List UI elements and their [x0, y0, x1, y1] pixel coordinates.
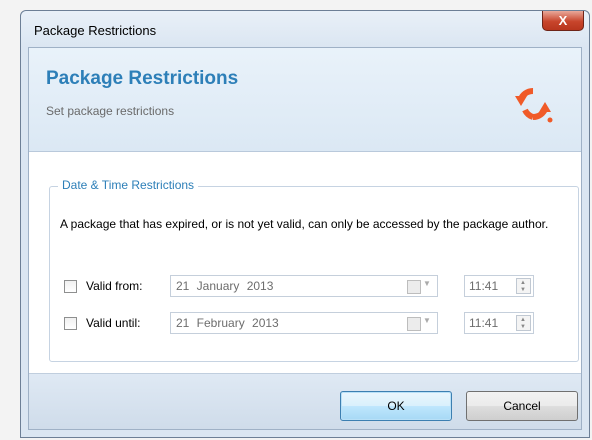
date-time-restrictions-group: Date & Time Restrictions A package that … — [49, 178, 579, 362]
valid-until-date-value: 21 February 2013 — [176, 316, 279, 330]
valid-from-time-spinner[interactable]: 11:41 ▲ ▼ — [464, 275, 534, 297]
spin-down-icon[interactable]: ▼ — [520, 324, 526, 330]
valid-from-date-value: 21 January 2013 — [176, 279, 274, 293]
calendar-icon[interactable] — [407, 280, 421, 294]
sync-arrows-icon — [515, 87, 553, 123]
valid-until-date-picker[interactable]: 21 February 2013 ▼ — [170, 312, 438, 334]
close-button[interactable]: X — [542, 11, 584, 31]
chevron-down-icon[interactable]: ▼ — [423, 316, 431, 325]
dialog-footer: OK Cancel — [29, 373, 581, 429]
calendar-icon[interactable] — [407, 317, 421, 331]
valid-until-label: Valid until: — [86, 316, 141, 330]
restriction-info-text: A package that has expired, or is not ye… — [60, 217, 549, 231]
dialog-window: Package Restrictions X Package Restricti… — [20, 10, 590, 438]
close-icon: X — [558, 13, 568, 28]
spin-up-icon[interactable]: ▲ — [520, 317, 526, 323]
time-spin-buttons[interactable]: ▲ ▼ — [516, 278, 531, 294]
valid-until-checkbox[interactable] — [64, 317, 77, 330]
ok-button[interactable]: OK — [340, 391, 452, 421]
valid-until-row: Valid until: 21 February 2013 ▼ 11:41 ▲ … — [64, 312, 574, 336]
chevron-down-icon[interactable]: ▼ — [423, 279, 431, 288]
window-title: Package Restrictions — [34, 23, 157, 38]
dialog-header: Package Restrictions Set package restric… — [29, 48, 581, 152]
spin-up-icon[interactable]: ▲ — [520, 280, 526, 286]
header-subtitle: Set package restrictions — [46, 104, 175, 118]
valid-from-row: Valid from: 21 January 2013 ▼ 11:41 ▲ ▼ — [64, 275, 574, 299]
valid-until-time-spinner[interactable]: 11:41 ▲ ▼ — [464, 312, 534, 334]
valid-from-date-picker[interactable]: 21 January 2013 ▼ — [170, 275, 438, 297]
valid-from-checkbox[interactable] — [64, 280, 77, 293]
valid-until-time-value: 11:41 — [469, 316, 499, 330]
spin-down-icon[interactable]: ▼ — [520, 287, 526, 293]
valid-from-label: Valid from: — [86, 279, 143, 293]
header-title: Package Restrictions — [46, 68, 239, 89]
group-legend: Date & Time Restrictions — [58, 178, 199, 192]
title-bar: Package Restrictions X — [21, 11, 589, 47]
cancel-button[interactable]: Cancel — [466, 391, 578, 421]
dialog-client: Package Restrictions Set package restric… — [28, 47, 582, 430]
time-spin-buttons[interactable]: ▲ ▼ — [516, 315, 531, 331]
valid-from-time-value: 11:41 — [469, 279, 499, 293]
